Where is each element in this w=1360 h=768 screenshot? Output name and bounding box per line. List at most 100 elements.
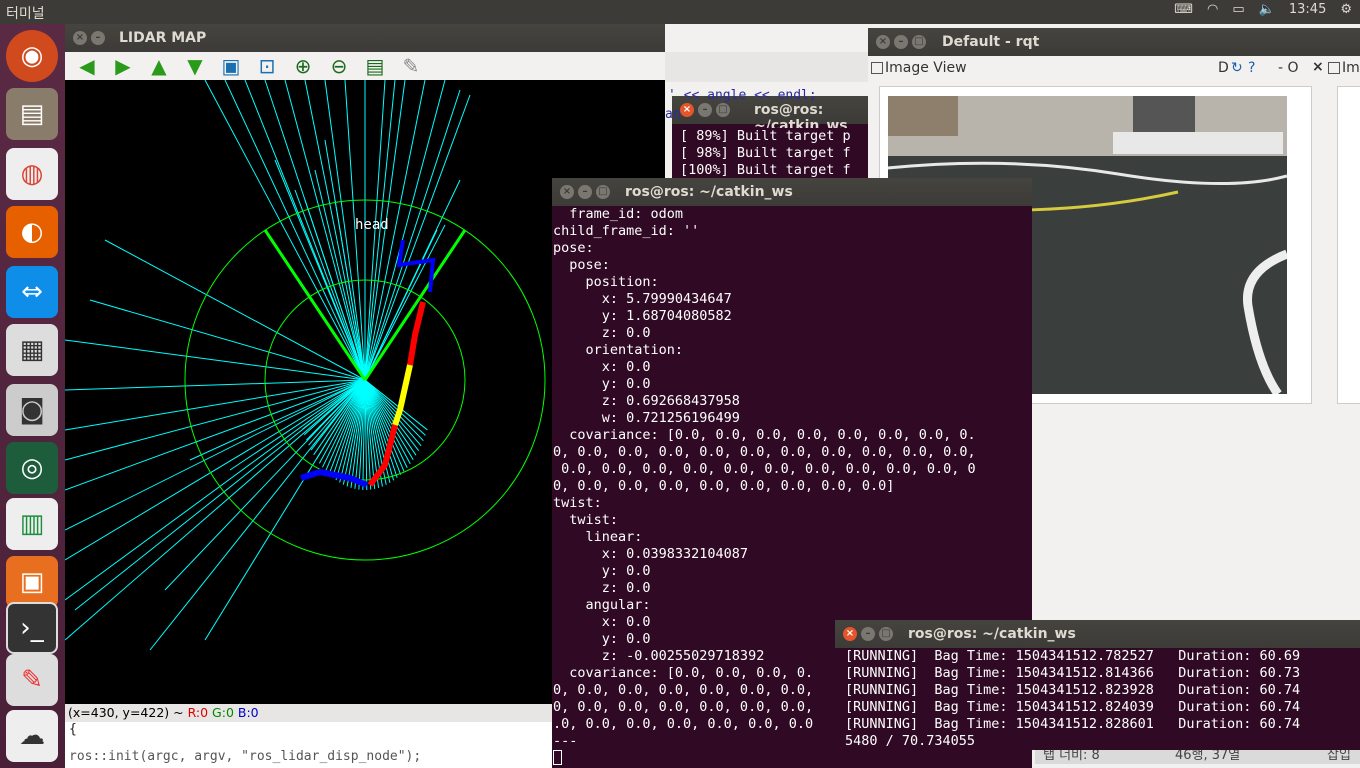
head-label: head	[355, 217, 389, 233]
calculator-icon[interactable]: ▦	[6, 324, 58, 376]
image-frame-2	[1337, 86, 1360, 404]
terminal-line: y: 0.0	[553, 376, 651, 392]
minimize-button[interactable]: –	[578, 185, 592, 199]
lidar-ray	[65, 339, 366, 381]
arrow-up-icon[interactable]: ▲	[145, 54, 173, 78]
files-icon[interactable]: ▤	[6, 88, 58, 140]
minimize-options[interactable]: - O	[1278, 60, 1299, 76]
terminal-line: [RUNNING] Bag Time: 1504341512.814366 Du…	[845, 665, 1301, 681]
dc-icon[interactable]: D	[1218, 60, 1229, 76]
toolbar: ◀ ▶ ▲ ▼ ▣ ⊡ ⊕ ⊖ ▤ ✎	[65, 52, 665, 80]
zoom-out-icon[interactable]: ⊖	[325, 54, 353, 78]
lidar-ray	[89, 299, 366, 381]
close-button[interactable]: ×	[680, 103, 694, 117]
window-title: LIDAR MAP	[119, 30, 207, 46]
minimize-button[interactable]: –	[894, 35, 908, 49]
dock-icon-2[interactable]: ☁	[6, 710, 58, 762]
webcam-icon[interactable]: ◎	[6, 442, 58, 494]
lidar-ray	[65, 379, 366, 531]
plugin-checkbox-2[interactable]	[1328, 62, 1340, 74]
minimize-button[interactable]: –	[91, 31, 105, 45]
lidar-ray	[204, 79, 366, 381]
terminal-line: [RUNNING] Bag Time: 1504341512.828601 Du…	[845, 716, 1301, 732]
editor-code-fragment: ' << angle << endl;	[668, 88, 817, 103]
presentation-icon[interactable]: ▣	[6, 556, 58, 608]
cursor	[553, 750, 562, 765]
minimize-button[interactable]: –	[861, 627, 875, 641]
terminal-line: pose:	[553, 257, 610, 273]
ubuntu-icon[interactable]: ◉	[6, 30, 58, 82]
terminal-output: [RUNNING] Bag Time: 1504341512.782527 Du…	[845, 648, 1301, 750]
close-button[interactable]: ×	[73, 31, 87, 45]
camera-icon[interactable]: ◙	[6, 384, 58, 436]
minimize-button[interactable]: –	[698, 103, 712, 117]
close-button[interactable]: ×	[560, 185, 574, 199]
close-icon[interactable]: ×	[1312, 59, 1324, 75]
maximize-button[interactable]: □	[596, 185, 610, 199]
terminal-line: child_frame_id: ''	[553, 223, 700, 239]
terminal-line: z: 0.0	[553, 580, 651, 596]
titlebar[interactable]: × – □ ros@ros: ~/catkin_ws	[552, 178, 1032, 206]
wall-segment-blue	[300, 468, 369, 488]
terminal-line: twist:	[553, 512, 619, 528]
terminal-line: w: 0.721256196499	[553, 410, 740, 426]
wifi-icon[interactable]: ◠	[1207, 2, 1218, 17]
terminal-line: position:	[553, 274, 659, 290]
save-icon[interactable]: ▤	[361, 54, 389, 78]
battery-icon[interactable]: ▭	[1232, 2, 1244, 17]
maximize-button[interactable]: □	[716, 103, 730, 117]
terminal-line: orientation:	[553, 342, 684, 358]
help-icon[interactable]: ?	[1248, 60, 1255, 76]
lidar-ray	[65, 379, 366, 431]
refresh-icon[interactable]: ↻	[1231, 60, 1243, 76]
gear-icon[interactable]: ⚙	[1340, 2, 1352, 17]
terminal-line: y: 0.0	[553, 563, 651, 579]
titlebar[interactable]: × – □ Default - rqt	[868, 28, 1360, 56]
arrow-right-icon[interactable]: ▶	[109, 54, 137, 78]
arrow-left-icon[interactable]: ◀	[73, 54, 101, 78]
zoom-in-icon[interactable]: ⊕	[289, 54, 317, 78]
image-icon[interactable]: ▣	[217, 54, 245, 78]
terminal-line: x: 5.79990434647	[553, 291, 732, 307]
plugin-header: Image View D ↻ ? - O × Im	[868, 56, 1360, 82]
window-title: ros@ros: ~/catkin_ws	[625, 184, 793, 200]
green-value: G:0	[212, 705, 234, 720]
plugin-title: Image View	[885, 60, 967, 76]
terminal-line: 0, 0.0, 0.0, 0.0, 0.0, 0.0, 0.0, 0.0, 0.…	[553, 478, 895, 494]
background-terminal[interactable]: × – □ ros@ros: ~/catkin_ws [ 89%] Built ta…	[672, 96, 872, 188]
titlebar[interactable]: × – □ ros@ros: ~/catkin_ws	[835, 620, 1360, 648]
arrow-down-icon[interactable]: ▼	[181, 54, 209, 78]
plugin-checkbox[interactable]	[871, 62, 883, 74]
titlebar[interactable]: × – LIDAR MAP	[65, 24, 665, 52]
maximize-button[interactable]: □	[912, 35, 926, 49]
maximize-button[interactable]: □	[879, 627, 893, 641]
blue-value: B:0	[237, 705, 259, 720]
editor-code-fragment-2: an	[665, 107, 681, 122]
close-button[interactable]: ×	[876, 35, 890, 49]
dock-icon[interactable]: ✎	[6, 654, 58, 706]
active-app-title: 터미널	[6, 6, 45, 22]
close-button[interactable]: ×	[843, 627, 857, 641]
volume-icon[interactable]: 🔈	[1259, 2, 1275, 17]
terminal-icon[interactable]: ›_	[6, 602, 58, 654]
rosbag-terminal[interactable]: × – □ ros@ros: ~/catkin_ws [RUNNING] Bag T…	[835, 620, 1360, 750]
terminal-line: pose:	[553, 240, 594, 256]
terminal-line: linear:	[553, 529, 643, 545]
spreadsheet-icon[interactable]: ▥	[6, 498, 58, 550]
top-panel: 터미널 ⌨ ◠ ▭ 🔈 13:45 ⚙	[0, 0, 1360, 24]
clock[interactable]: 13:45	[1289, 2, 1326, 17]
zoom-fit-icon[interactable]: ⊡	[253, 54, 281, 78]
lidar-ray	[65, 379, 366, 641]
terminal-line: covariance: [0.0, 0.0, 0.0, 0.0, 0.0, 0.…	[553, 427, 976, 443]
plugin-title-2: Im	[1342, 60, 1360, 76]
firefox-icon[interactable]: ◐	[6, 206, 58, 258]
window-title: ros@ros: ~/catkin_ws	[908, 626, 1076, 642]
terminal-line: 0, 0.0, 0.0, 0.0, 0.0, 0.0, 0.0, 0.0, 0.…	[553, 444, 976, 460]
terminal-line: z: 0.692668437958	[553, 393, 740, 409]
launcher: ◉ ▤ ◍ ◐ ⇔ ▦ ◙ ◎ ▥ ▣ ›_ ✎ ☁	[0, 24, 65, 768]
chrome-icon[interactable]: ◍	[6, 148, 58, 200]
teamviewer-icon[interactable]: ⇔	[6, 266, 58, 318]
terminal-line: x: 0.0398332104087	[553, 546, 749, 562]
keyboard-icon[interactable]: ⌨	[1174, 2, 1193, 17]
brush-icon[interactable]: ✎	[397, 54, 425, 78]
